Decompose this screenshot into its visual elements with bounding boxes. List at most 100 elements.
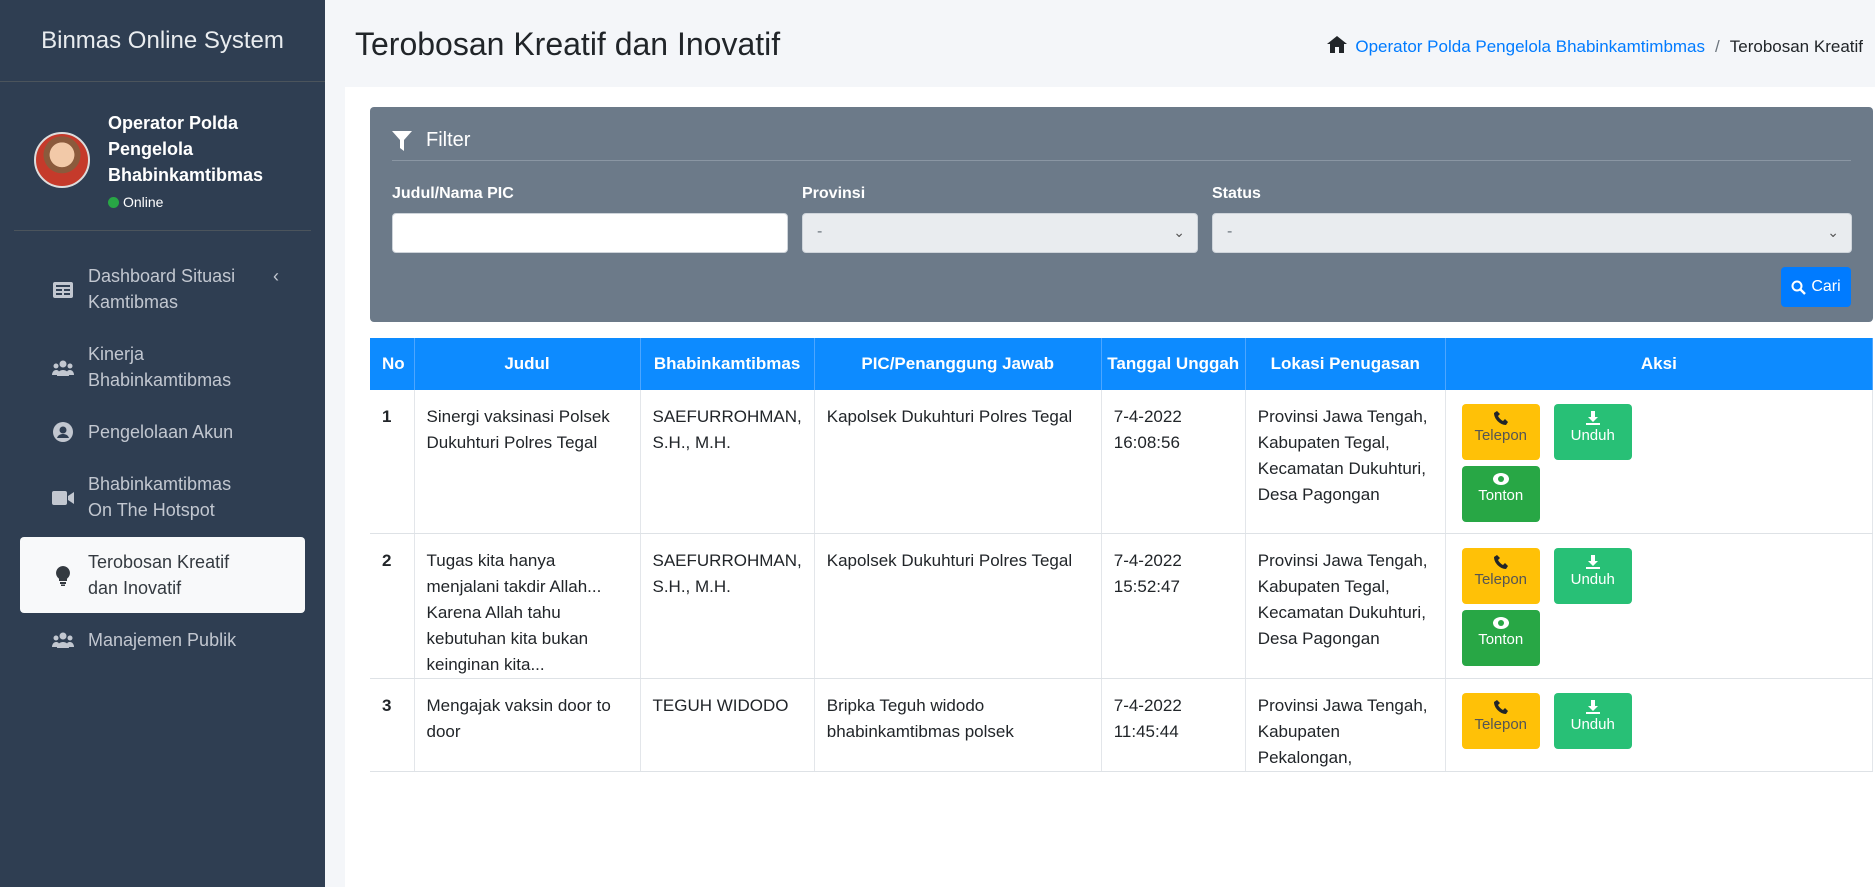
cell-bhabinkamtibmas: SAEFURROHMAN, S.H., M.H. xyxy=(640,390,815,534)
sidebar-item-hotspot[interactable]: Bhabinkamtibmas On The Hotspot xyxy=(20,459,305,535)
sidebar-item-label: Bhabinkamtibmas On The Hotspot xyxy=(88,474,232,520)
content-header: Terobosan Kreatif dan Inovatif Operator … xyxy=(325,0,1875,87)
cell-date: 7-4-2022 xyxy=(1113,695,1182,715)
sidebar-item-label: Terobosan Kreatif dan Inovatif xyxy=(88,552,230,598)
search-button-label: Cari xyxy=(1811,278,1841,295)
status-badge: Online xyxy=(108,194,278,210)
tonton-button[interactable]: Tonton xyxy=(1461,609,1540,666)
judul-input[interactable] xyxy=(392,213,788,253)
user-name[interactable]: Operator Polda Pengelola Bhabinkamtibmas xyxy=(108,110,278,188)
sidebar-item-manajemen-publik[interactable]: Manajemen Publik xyxy=(20,615,305,665)
video-icon xyxy=(50,485,76,511)
cell-time: 15:52:47 xyxy=(1113,576,1180,596)
cell-aksi: Telepon Unduh Tonton xyxy=(1445,390,1874,534)
cell-judul: Tugas kita hanya menjalani takdir Allah.… xyxy=(414,533,641,679)
telepon-button[interactable]: Telepon xyxy=(1461,692,1540,749)
col-header-aksi: Aksi xyxy=(1445,338,1874,390)
filter-panel: Filter Judul/Nama PIC Provinsi - ⌄ Statu… xyxy=(370,107,1873,322)
breadcrumb-home-link[interactable]: Operator Polda Pengelola Bhabinkamtimbma… xyxy=(1355,37,1705,57)
sidebar-item-label: Kinerja Bhabinkamtibmas xyxy=(88,344,232,390)
tonton-label: Tonton xyxy=(1478,487,1524,504)
dashboard-icon xyxy=(50,277,76,303)
telepon-label: Telepon xyxy=(1474,715,1527,733)
table-row: 1 Sinergi vaksinasi Polsek Dukuhturi Pol… xyxy=(370,390,1874,534)
unduh-label: Unduh xyxy=(1570,427,1615,444)
sidebar: Binmas Online System Operator Polda Peng… xyxy=(0,0,325,887)
filter-title: Filter xyxy=(392,129,470,152)
judul-label: Judul/Nama PIC xyxy=(392,185,514,202)
filter-title-text: Filter xyxy=(426,129,471,151)
cell-bhabinkamtibmas: TEGUH WIDODO xyxy=(640,678,815,772)
breadcrumb-current: Terobosan Kreatif xyxy=(1729,37,1863,56)
search-button[interactable]: Cari xyxy=(1781,267,1851,307)
user-circle-icon xyxy=(50,419,76,445)
provinsi-select-value: - xyxy=(817,223,823,240)
cell-pic: Kapolsek Dukuhturi Polres Tegal xyxy=(814,533,1102,679)
cell-judul: Sinergi vaksinasi Polsek Dukuhturi Polre… xyxy=(414,390,641,534)
phone-icon xyxy=(1493,411,1508,425)
sidebar-item-label: Dashboard Situasi Kamtibmas xyxy=(88,266,236,312)
unduh-button[interactable]: Unduh xyxy=(1553,547,1632,604)
cell-tanggal: 7-4-2022 16:08:56 xyxy=(1101,390,1246,534)
user-panel: Operator Polda Pengelola Bhabinkamtibmas… xyxy=(14,82,311,231)
status-select-value: - xyxy=(1227,223,1233,240)
cell-lokasi: Provinsi Jawa Tengah, Kabupaten Pekalong… xyxy=(1245,678,1446,772)
col-header-lokasi: Lokasi Penugasan xyxy=(1245,338,1446,390)
cell-aksi: Telepon Unduh xyxy=(1445,678,1874,772)
cell-pic: Kapolsek Dukuhturi Polres Tegal xyxy=(814,390,1102,534)
provinsi-select[interactable]: - ⌄ xyxy=(802,213,1198,253)
cell-lokasi: Provinsi Jawa Tengah, Kabupaten Tegal, K… xyxy=(1245,533,1446,679)
unduh-label: Unduh xyxy=(1570,715,1615,733)
telepon-button[interactable]: Telepon xyxy=(1461,404,1540,460)
page-title: Terobosan Kreatif dan Inovatif xyxy=(355,26,781,62)
col-header-pic: PIC/Penanggung Jawab xyxy=(814,338,1102,390)
unduh-button[interactable]: Unduh xyxy=(1553,692,1632,749)
unduh-button[interactable]: Unduh xyxy=(1553,404,1632,460)
download-icon xyxy=(1585,554,1600,569)
cell-no: 1 xyxy=(370,390,415,534)
sidebar-item-terobosan[interactable]: Terobosan Kreatif dan Inovatif xyxy=(20,537,305,613)
status-select[interactable]: - ⌄ xyxy=(1212,213,1852,253)
online-dot-icon xyxy=(108,196,119,208)
lightbulb-icon xyxy=(50,563,76,589)
cell-aksi: Telepon Unduh Tonton xyxy=(1445,533,1874,679)
status-label: Status xyxy=(1212,185,1261,202)
col-header-judul: Judul xyxy=(414,338,641,390)
table-row: 3 Mengajak vaksin door to door TEGUH WID… xyxy=(370,678,1874,772)
phone-icon xyxy=(1493,699,1508,714)
avatar[interactable] xyxy=(34,132,90,188)
cell-lokasi: Provinsi Jawa Tengah, Kabupaten Tegal, K… xyxy=(1245,390,1446,534)
breadcrumb: Operator Polda Pengelola Bhabinkamtimbma… xyxy=(1327,36,1863,58)
phone-icon xyxy=(1493,554,1508,569)
cell-time: 11:45:44 xyxy=(1113,721,1179,741)
cell-judul: Mengajak vaksin door to door xyxy=(414,678,641,772)
table-row: 2 Tugas kita hanya menjalani takdir Alla… xyxy=(370,533,1874,679)
status-text: Online xyxy=(123,194,164,210)
sidebar-nav: Dashboard Situasi Kamtibmas ‹ Kinerja Bh… xyxy=(0,231,325,665)
chevron-left-icon: ‹ xyxy=(273,266,279,286)
sidebar-item-dashboard[interactable]: Dashboard Situasi Kamtibmas ‹ xyxy=(20,251,305,327)
cell-pic: Bripka Teguh widodo bhabinkamtibmas pols… xyxy=(814,678,1102,772)
cell-no: 2 xyxy=(370,533,415,679)
home-icon[interactable] xyxy=(1327,36,1348,58)
brand-title[interactable]: Binmas Online System xyxy=(0,0,325,82)
chevron-down-icon: ⌄ xyxy=(1827,224,1839,240)
cell-bhabinkamtibmas: SAEFURROHMAN, S.H., M.H. xyxy=(640,533,815,679)
filter-icon xyxy=(392,130,412,151)
sidebar-item-kinerja[interactable]: Kinerja Bhabinkamtibmas xyxy=(20,329,305,405)
sidebar-item-pengelolaan-akun[interactable]: Pengelolaan Akun xyxy=(20,407,305,457)
cell-time: 16:08:56 xyxy=(1113,433,1180,452)
unduh-label: Unduh xyxy=(1570,570,1615,588)
telepon-button[interactable]: Telepon xyxy=(1461,547,1540,604)
eye-icon xyxy=(1492,616,1509,629)
divider xyxy=(392,160,1851,161)
tonton-button[interactable]: Tonton xyxy=(1461,466,1540,522)
chevron-down-icon: ⌄ xyxy=(1173,224,1185,240)
table-header-row: No Judul Bhabinkamtibmas PIC/Penanggung … xyxy=(370,338,1874,390)
sidebar-item-label: Manajemen Publik xyxy=(88,630,237,650)
col-header-no: No xyxy=(370,338,415,390)
provinsi-label: Provinsi xyxy=(802,185,866,202)
breadcrumb-separator: / xyxy=(1715,37,1720,56)
cell-tanggal: 7-4-2022 15:52:47 xyxy=(1101,533,1246,679)
download-icon xyxy=(1585,699,1600,714)
